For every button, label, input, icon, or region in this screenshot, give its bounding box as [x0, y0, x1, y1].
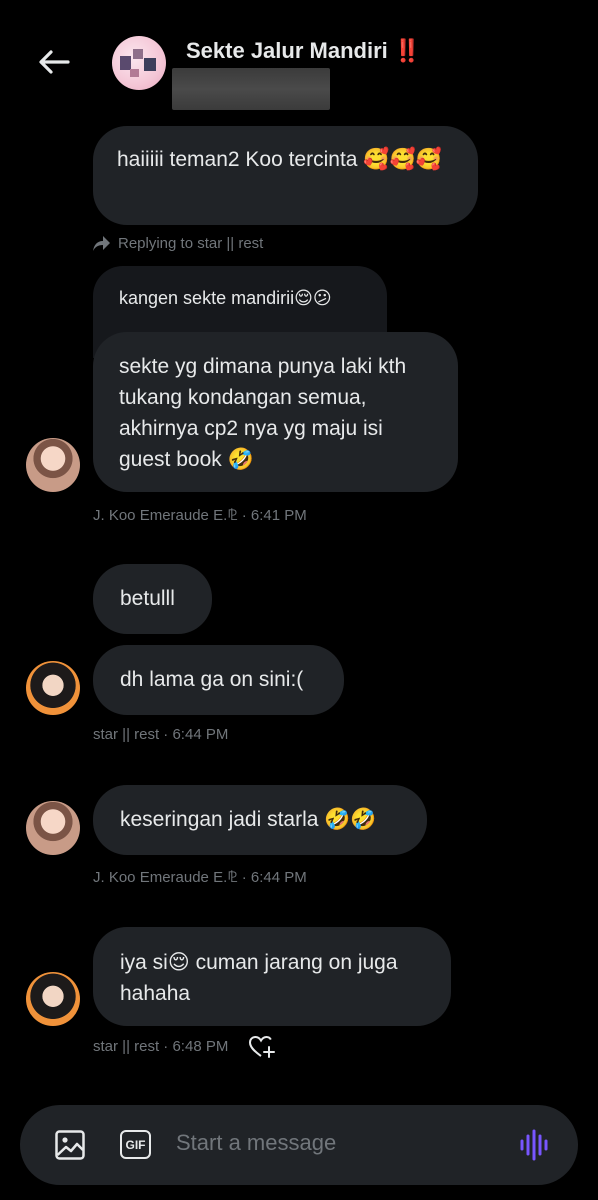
gif-button[interactable]: GIF: [120, 1130, 151, 1159]
voice-message-button[interactable]: [519, 1129, 551, 1161]
message-bubble[interactable]: keseringan jadi starla 🤣🤣: [93, 785, 427, 855]
gif-icon: GIF: [125, 1137, 146, 1152]
message-text: betulll: [120, 587, 175, 610]
conversation-title[interactable]: Sekte Jalur Mandiri ‼️: [186, 38, 421, 64]
heart-plus-icon: [248, 1035, 275, 1058]
message-meta: star || rest · 6:44 PM: [93, 726, 229, 743]
redacted-subtitle: [172, 68, 330, 110]
message-bubble[interactable]: sekte yg dimana punya laki kth tukang ko…: [93, 332, 458, 492]
message-bubble[interactable]: iya si😌 cuman jarang on juga hahaha: [93, 927, 451, 1026]
image-button[interactable]: [54, 1129, 86, 1161]
back-button[interactable]: [36, 44, 72, 80]
group-avatar[interactable]: [112, 36, 166, 90]
message-text: iya si😌 cuman jarang on juga hahaha: [120, 951, 398, 1005]
avatar[interactable]: [26, 438, 80, 492]
reply-context[interactable]: Replying to star || rest: [92, 234, 263, 252]
image-icon: [55, 1130, 85, 1160]
message-text: haiiiii teman2 Koo tercinta 🥰🥰🥰: [117, 148, 442, 171]
message-meta: J. Koo Emeraude E.⅊ · 6:44 PM: [93, 869, 307, 886]
message-meta: J. Koo Emeraude E.⅊ · 6:41 PM: [93, 507, 307, 524]
conversation-title-text: Sekte Jalur Mandiri: [186, 38, 388, 63]
message-bubble[interactable]: haiiiii teman2 Koo tercinta 🥰🥰🥰: [93, 126, 478, 225]
message-text: dh lama ga on sini:(: [120, 668, 304, 691]
avatar[interactable]: [26, 661, 80, 715]
double-exclamation-emoji: ‼️: [393, 38, 422, 63]
reply-context-text: Replying to star || rest: [118, 234, 264, 252]
add-reaction-button[interactable]: [248, 1034, 276, 1060]
message-bubble[interactable]: betulll: [93, 564, 212, 634]
arrow-left-icon: [39, 50, 70, 74]
message-text: keseringan jadi starla 🤣🤣: [120, 808, 377, 831]
voice-icon: [520, 1129, 548, 1161]
avatar[interactable]: [26, 972, 80, 1026]
message-text: sekte yg dimana punya laki kth tukang ko…: [119, 355, 407, 471]
message-bubble[interactable]: dh lama ga on sini:(: [93, 645, 344, 715]
message-input[interactable]: [176, 1130, 476, 1156]
avatar[interactable]: [26, 801, 80, 855]
message-meta: star || rest · 6:48 PM: [93, 1038, 229, 1055]
reply-arrow-icon: [93, 236, 110, 251]
quoted-message-text: kangen sekte mandirii😌😕: [119, 288, 332, 308]
